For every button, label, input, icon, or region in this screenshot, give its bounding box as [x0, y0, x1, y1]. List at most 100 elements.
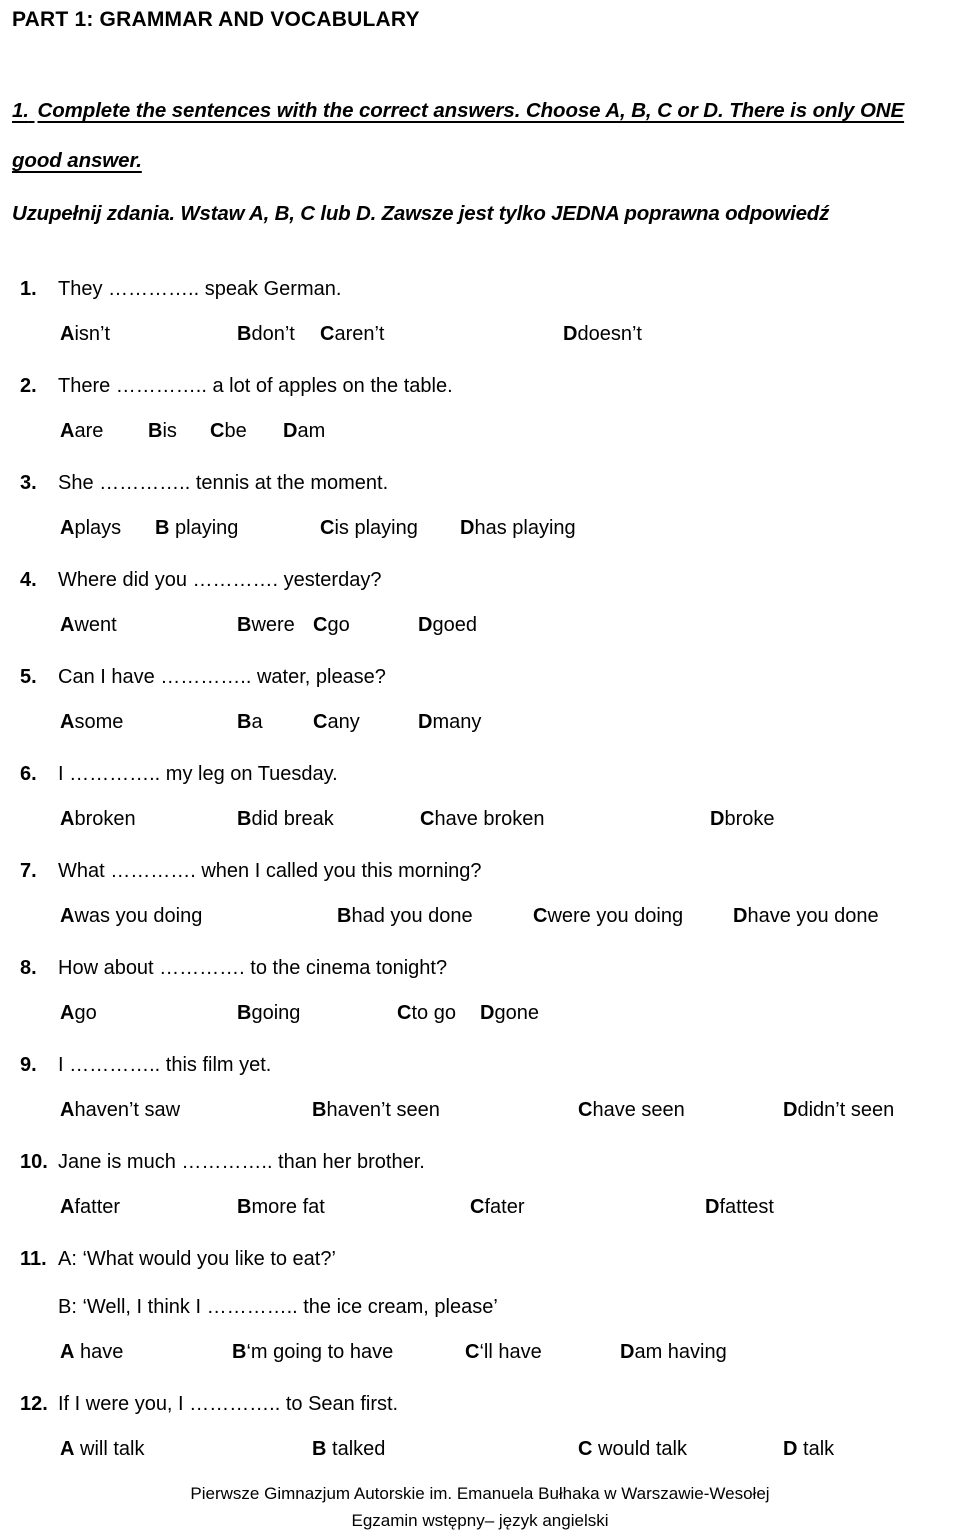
answer-option-c[interactable]: Cwere you doing	[533, 905, 683, 928]
answer-option-b[interactable]: Bis	[148, 420, 177, 443]
answer-option-letter: C	[578, 1438, 593, 1460]
answer-option-d[interactable]: Dam having	[620, 1341, 727, 1364]
answer-option-text: going	[251, 1002, 301, 1024]
answer-option-b[interactable]: Bwere	[237, 614, 295, 637]
answer-option-c[interactable]: Cgo	[313, 614, 350, 637]
answer-option-d[interactable]: Dfattest	[705, 1196, 774, 1219]
question-item: 6. I ………….. my leg on Tuesday. Abroken Bdid…	[0, 760, 960, 857]
answer-option-c[interactable]: Caren’t	[320, 323, 384, 346]
answer-option-text: to go	[411, 1002, 456, 1024]
question-item: 10. Jane is much ………….. than her brother.…	[0, 1148, 960, 1245]
answer-option-letter: A	[60, 1438, 75, 1460]
answer-option-b[interactable]: Bhad you done	[337, 905, 473, 928]
answer-option-letter: B	[155, 517, 170, 539]
question-text: If I were you, I ………….. to Sean first.	[58, 1393, 399, 1415]
answer-option-d[interactable]: D talk	[783, 1438, 834, 1461]
footer-exam: Egzamin wstępny– język angielski	[351, 1511, 609, 1530]
answer-option-a[interactable]: Awent	[60, 614, 117, 637]
answer-option-a[interactable]: Aplays	[60, 517, 121, 540]
answer-option-letter: C	[210, 420, 225, 442]
question-item: 3. She ………….. tennis at the moment. Aplays…	[0, 469, 960, 566]
answer-option-c[interactable]: Cany	[313, 711, 360, 734]
question-prompt: 2. There ………….. a lot of apples on the ta…	[0, 372, 960, 400]
answer-option-d[interactable]: Dhave you done	[733, 905, 879, 928]
answer-option-b[interactable]: Bdid break	[237, 808, 334, 831]
answer-option-text: some	[74, 711, 124, 733]
answer-option-b[interactable]: B talked	[312, 1438, 385, 1461]
answer-option-a[interactable]: Ago	[60, 1002, 97, 1025]
instructions-block: 1. Complete the sentences with the corre…	[12, 86, 952, 234]
answer-option-c[interactable]: Cto go	[397, 1002, 456, 1025]
answer-option-letter: C	[420, 808, 435, 830]
answer-options-row: Aplays B playing Cis playing Dhas playing	[0, 517, 960, 545]
answer-option-d[interactable]: Dgoed	[418, 614, 477, 637]
answer-option-a[interactable]: Asome	[60, 711, 123, 734]
answer-option-text: fattest	[719, 1196, 774, 1218]
answer-option-letter: A	[60, 614, 75, 636]
answer-option-c[interactable]: C‘ll have	[465, 1341, 542, 1364]
answer-option-d[interactable]: Dmany	[418, 711, 481, 734]
answer-option-b[interactable]: Bhaven’t seen	[312, 1099, 440, 1122]
answer-option-a[interactable]: Abroken	[60, 808, 136, 831]
instruction-english: 1. Complete the sentences with the corre…	[12, 86, 952, 186]
answer-option-letter: A	[60, 323, 75, 345]
answer-option-d[interactable]: Dgone	[480, 1002, 539, 1025]
question-number: 1.	[20, 278, 37, 300]
answer-option-text: a	[251, 711, 263, 733]
answer-option-d[interactable]: Dbroke	[710, 808, 774, 831]
answer-option-b[interactable]: B playing	[155, 517, 238, 540]
answer-option-text: goed	[432, 614, 477, 636]
answer-option-a[interactable]: A have	[60, 1341, 123, 1364]
answer-option-a[interactable]: A will talk	[60, 1438, 144, 1461]
question-text: She ………….. tennis at the moment.	[58, 472, 389, 494]
question-prompt: 4. Where did you …………. yesterday?	[0, 566, 960, 594]
page-title: PART 1: GRAMMAR AND VOCABULARY	[12, 8, 420, 31]
answer-option-c[interactable]: Cbe	[210, 420, 247, 443]
answer-option-letter: A	[60, 1099, 75, 1121]
answer-option-b[interactable]: Bgoing	[237, 1002, 300, 1025]
answer-option-a[interactable]: Ahaven’t saw	[60, 1099, 180, 1122]
answer-option-c[interactable]: Cfater	[470, 1196, 524, 1219]
answer-option-a[interactable]: Aare	[60, 420, 103, 443]
question-number: 8.	[20, 957, 37, 979]
question-prompt: 8. How about …………. to the cinema tonight…	[0, 954, 960, 982]
answer-option-letter: B	[237, 808, 252, 830]
answer-option-b[interactable]: Ba	[237, 711, 263, 734]
answer-option-letter: A	[60, 420, 75, 442]
question-number: 10.	[20, 1151, 48, 1173]
answer-option-a[interactable]: Awas you doing	[60, 905, 202, 928]
question-item: 12. If I were you, I ………….. to Sean first…	[0, 1390, 960, 1487]
question-item: 2. There ………….. a lot of apples on the ta…	[0, 372, 960, 469]
question-prompt: 11. A: ‘What would you like to eat?’	[0, 1245, 960, 1273]
answer-option-text: talk	[797, 1438, 835, 1460]
answer-option-b[interactable]: Bdon’t	[237, 323, 295, 346]
answer-option-letter: A	[60, 1196, 75, 1218]
answer-option-text: doesn’t	[577, 323, 642, 345]
question-number: 3.	[20, 472, 37, 494]
answer-option-d[interactable]: Dhas playing	[460, 517, 576, 540]
answer-option-text: broke	[724, 808, 775, 830]
answer-option-b[interactable]: Bmore fat	[237, 1196, 325, 1219]
question-prompt: 12. If I were you, I ………….. to Sean first…	[0, 1390, 960, 1418]
question-text: I ………….. this film yet.	[58, 1054, 272, 1076]
answer-option-c[interactable]: Chave seen	[578, 1099, 685, 1122]
answer-option-d[interactable]: Ddidn’t seen	[783, 1099, 894, 1122]
answer-option-b[interactable]: B‘m going to have	[232, 1341, 393, 1364]
answer-option-c[interactable]: Chave broken	[420, 808, 545, 831]
answer-option-d[interactable]: Ddoesn’t	[563, 323, 642, 346]
answer-option-a[interactable]: Aisn’t	[60, 323, 110, 346]
answer-option-c[interactable]: C would talk	[578, 1438, 687, 1461]
answer-option-a[interactable]: Afatter	[60, 1196, 120, 1219]
answer-option-c[interactable]: Cis playing	[320, 517, 418, 540]
question-prompt: 9. I ………….. this film yet.	[0, 1051, 960, 1079]
answer-option-text: haven’t seen	[326, 1099, 440, 1121]
answer-option-d[interactable]: Dam	[283, 420, 325, 443]
answer-option-letter: D	[418, 614, 433, 636]
